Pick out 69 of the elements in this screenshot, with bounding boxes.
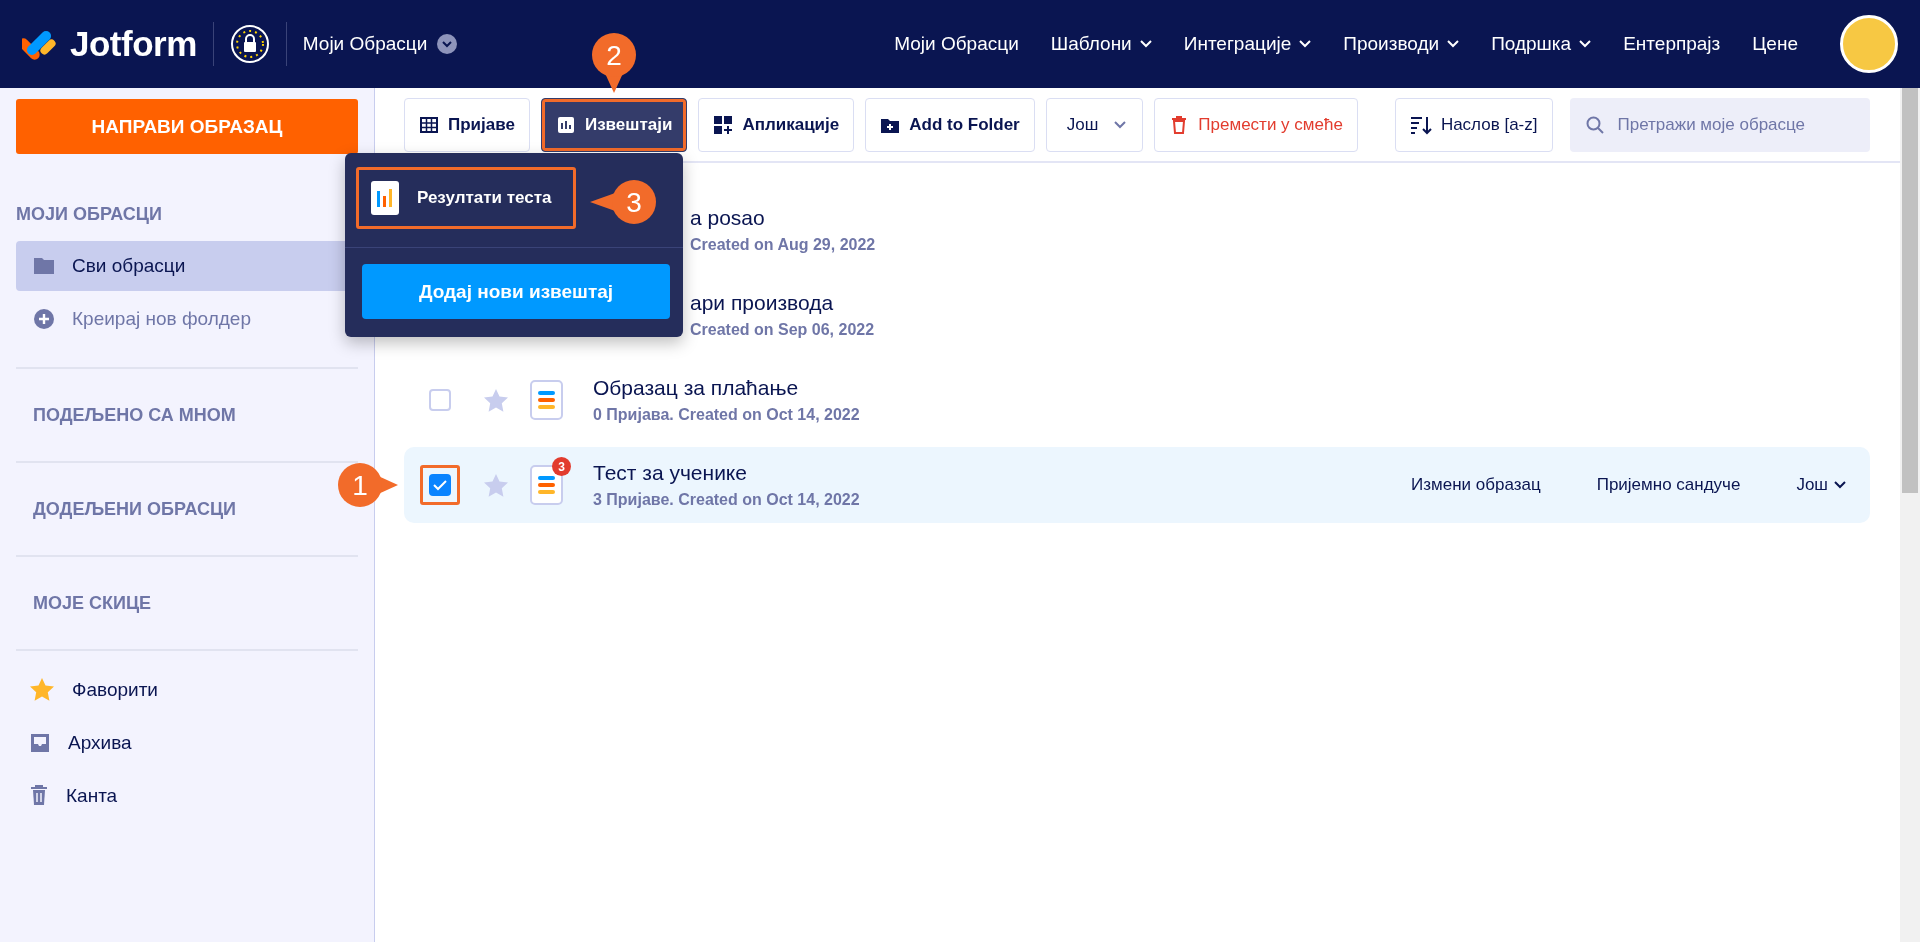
star-icon[interactable] (484, 473, 508, 497)
nav-link[interactable]: Цене (1752, 33, 1798, 55)
chevron-down-icon (1139, 40, 1152, 48)
chevron-down-icon (1579, 40, 1592, 48)
toolbar-button[interactable]: Премести у смеће (1154, 98, 1358, 152)
bar-chart-icon (371, 181, 399, 215)
apps-icon (713, 115, 734, 135)
sidebar-section[interactable]: ДОДЕЉЕНИ ОБРАСЦИ (33, 499, 237, 519)
table-icon (419, 115, 439, 135)
form-meta: 3 Пријаве. Created on Oct 14, 2022 (593, 491, 860, 509)
folder-icon (34, 257, 54, 275)
checkbox[interactable] (429, 389, 451, 411)
nav-link[interactable]: Шаблони (1050, 33, 1152, 55)
sort-icon (1409, 115, 1432, 135)
toolbar-button[interactable]: Апликације (698, 98, 855, 152)
section-heading: МОЈИ ОБРАСЦИ (16, 204, 163, 225)
eu-lock-icon (229, 24, 270, 64)
checkbox[interactable] (429, 474, 451, 496)
report-menu-item[interactable]: Резултати теста (356, 167, 576, 229)
nav-link[interactable]: Моји Обрасци (894, 33, 1019, 55)
form-icon (530, 380, 563, 420)
avatar[interactable] (1840, 15, 1898, 73)
form-row-selected[interactable]: 3 Тест за ученике 3 Пријаве. Created on Oct 14, 2022 Измени образац Пријемно сандуче Још (404, 447, 1870, 523)
row-action-link[interactable]: Измени образац (1411, 475, 1541, 495)
chevron-circle-icon (437, 34, 458, 54)
sort-button[interactable]: Наслов [a-z] (1394, 98, 1553, 152)
toolbar-button[interactable]: Пријаве (404, 98, 530, 152)
star-icon (30, 678, 54, 701)
row-action-link[interactable]: Пријемно сандуче (1596, 475, 1741, 495)
nav-link[interactable]: Ентерпрајз (1623, 33, 1721, 55)
form-meta: Created on Sep 06, 2022 (690, 321, 875, 339)
toolbar-button[interactable]: Још (1045, 98, 1144, 152)
form-title[interactable]: Образац за плаћање (593, 376, 860, 400)
toolbar-button[interactable]: Извештаји (540, 98, 688, 152)
checkbox-highlight[interactable] (420, 465, 460, 505)
row-action-link[interactable]: Још (1796, 475, 1846, 495)
chevron-down-icon (1447, 40, 1460, 48)
trash-icon (30, 785, 48, 806)
form-title[interactable]: a posao (690, 206, 876, 230)
sidebar-section[interactable]: МОЈЕ СКИЦЕ (33, 593, 152, 613)
nav-link[interactable]: Производи (1343, 33, 1460, 55)
chevron-down-icon (1299, 40, 1312, 48)
bar-chart-icon (555, 115, 576, 135)
sidebar-item[interactable]: Фаворити (16, 663, 358, 716)
form-title[interactable]: Тест за ученике (593, 461, 860, 485)
form-meta: Created on Aug 29, 2022 (690, 236, 876, 254)
search-icon (1585, 116, 1604, 134)
form-title[interactable]: ари производа (690, 291, 875, 315)
sidebar-section[interactable]: ПОДЕЉЕНО СА МНОМ (33, 405, 236, 425)
form-meta: 0 Пријава. Created on Oct 14, 2022 (593, 406, 860, 424)
search-input[interactable]: Претражи моје обрасце (1615, 114, 1854, 136)
sidebar-item[interactable]: Архива (16, 716, 358, 769)
count-badge: 3 (552, 457, 571, 476)
toolbar-button[interactable]: Add to Folder (865, 98, 1035, 152)
plus-circle-icon (34, 309, 54, 329)
chevron-down-icon (1114, 121, 1127, 129)
inbox-icon (30, 732, 50, 753)
sidebar-item[interactable]: Креирај нов фолдер (16, 294, 358, 344)
checkmark-icon (433, 479, 447, 491)
search-field[interactable]: Претражи моје обрасце (1569, 98, 1870, 152)
logo-text[interactable]: Jotform (70, 24, 197, 64)
nav-link[interactable]: Интеграције (1183, 33, 1312, 55)
star-icon[interactable] (484, 388, 508, 412)
sidebar-item[interactable]: Канта (16, 769, 358, 822)
nav-link[interactable]: Подршка (1491, 33, 1592, 55)
form-row[interactable]: Образац за плаћање 0 Пријава. Created on Oct 14, 2022 (404, 362, 1870, 438)
scrollbar[interactable] (1900, 88, 1920, 942)
chevron-down-icon (1834, 481, 1846, 489)
workspace-dropdown[interactable]: Моји Обрасци (302, 33, 458, 55)
